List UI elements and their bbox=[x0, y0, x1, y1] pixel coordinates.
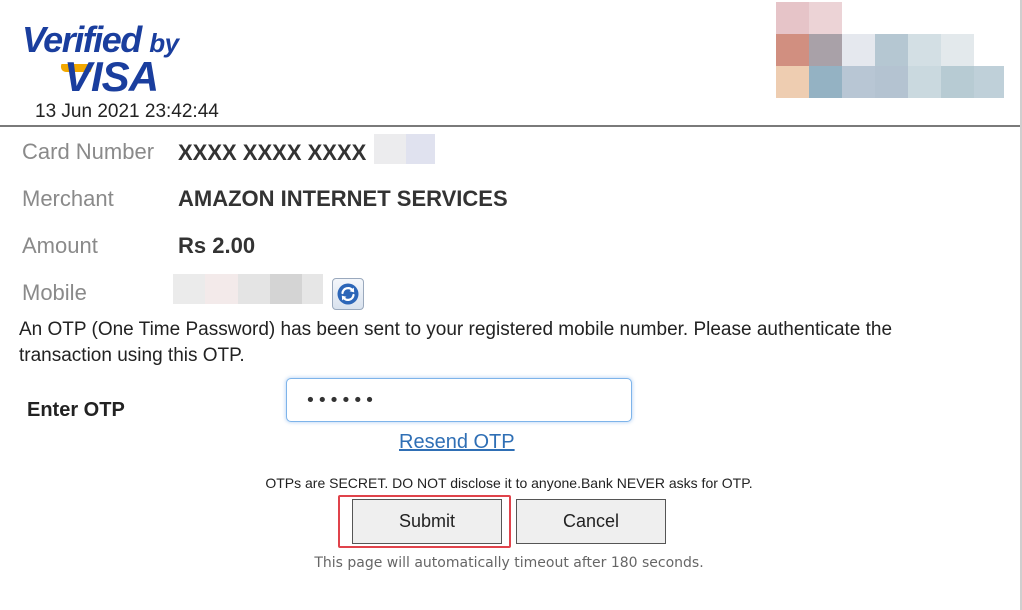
submit-button[interactable]: Submit bbox=[352, 499, 502, 544]
amount-label: Amount bbox=[22, 233, 98, 258]
visa-wordmark: VISA bbox=[64, 53, 159, 100]
merchant-value: AMAZON INTERNET SERVICES bbox=[178, 186, 508, 211]
otp-sent-message: An OTP (One Time Password) has been sent… bbox=[19, 319, 893, 366]
merchant-label: Merchant bbox=[22, 186, 114, 211]
verified-by-visa-logo: Verified by VISA bbox=[22, 20, 212, 100]
card-number-redacted-block bbox=[374, 134, 406, 164]
mobile-label: Mobile bbox=[22, 280, 87, 305]
transaction-timestamp: 13 Jun 2021 23:42:44 bbox=[35, 101, 219, 122]
bank-logo-pixelated bbox=[776, 2, 1004, 98]
cancel-button[interactable]: Cancel bbox=[516, 499, 666, 544]
refresh-icon[interactable] bbox=[332, 278, 364, 310]
card-number-value: XXXX XXXX XXXX bbox=[178, 140, 367, 165]
amount-value: Rs 2.00 bbox=[178, 233, 256, 258]
otp-secret-warning: OTPs are SECRET. DO NOT disclose it to a… bbox=[265, 475, 753, 491]
resend-otp-link[interactable]: Resend OTP bbox=[399, 430, 515, 454]
enter-otp-label: Enter OTP bbox=[27, 399, 125, 421]
timeout-notice: This page will automatically timeout aft… bbox=[314, 555, 704, 571]
otp-authentication-page: Verified by VISA 13 Jun 2021 23:42:44 Ca… bbox=[0, 0, 1022, 610]
otp-input[interactable] bbox=[286, 378, 632, 422]
card-number-label: Card Number bbox=[22, 139, 155, 164]
refresh-icon-glyph bbox=[337, 283, 359, 305]
card-number-redacted-block bbox=[406, 134, 435, 164]
header-divider bbox=[0, 125, 1022, 127]
header: Verified by VISA 13 Jun 2021 23:42:44 bbox=[0, 0, 1022, 125]
